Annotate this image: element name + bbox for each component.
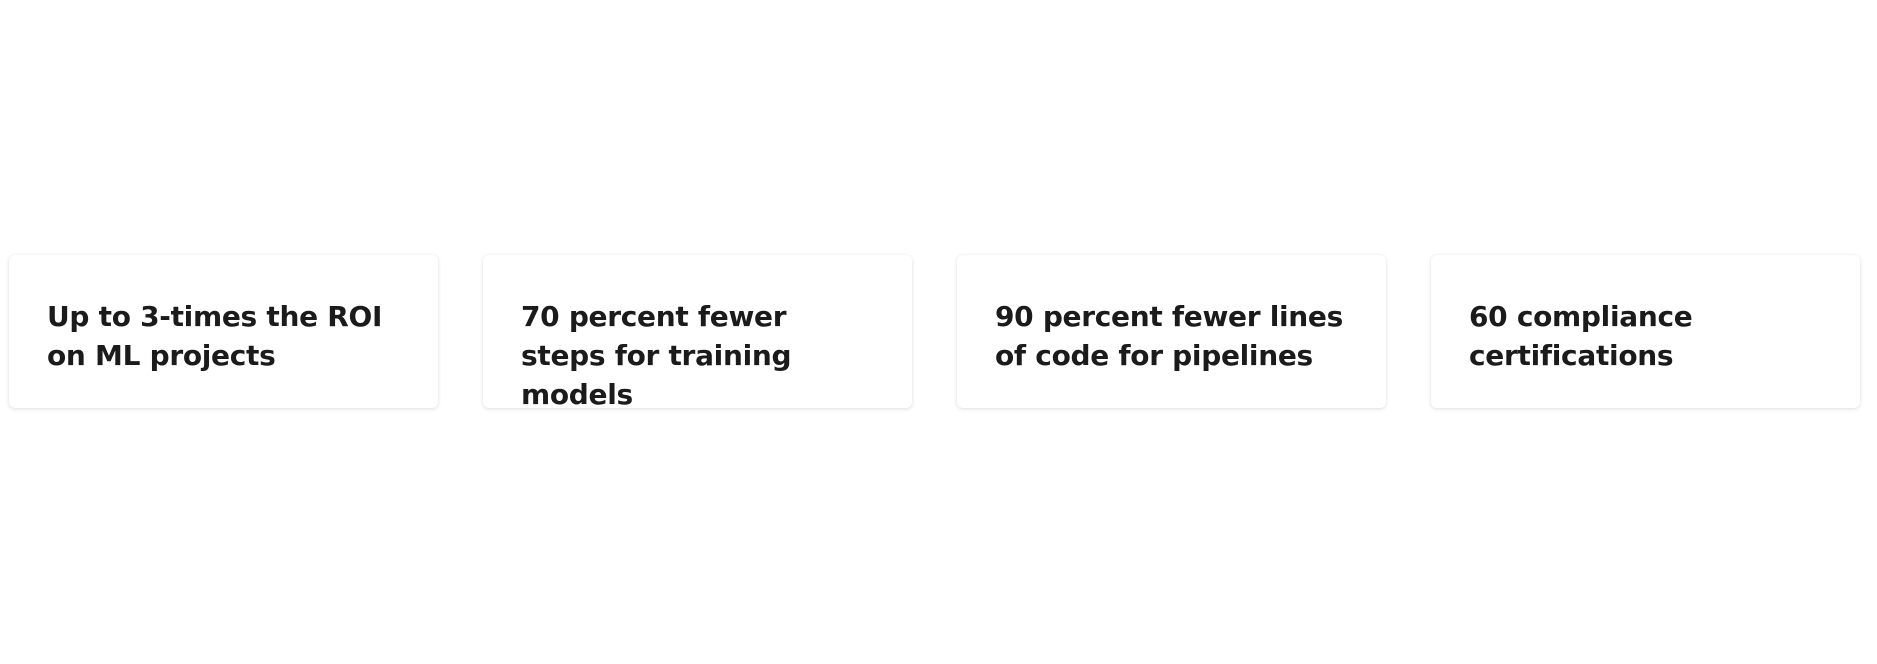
stat-text: 90 percent fewer lines of code for pipel…: [995, 300, 1343, 372]
stats-row: Up to 3-times the ROI on ML projects 70 …: [9, 255, 1864, 411]
stat-card-compliance: 60 compliance certifications: [1431, 255, 1860, 408]
stat-card-training-steps: 70 percent fewer steps for training mode…: [483, 255, 912, 411]
stat-card-pipeline-code: 90 percent fewer lines of code for pipel…: [957, 255, 1386, 408]
stat-text: Up to 3-times the ROI on ML projects: [47, 300, 383, 372]
stat-text: 70 percent fewer steps for training mode…: [521, 300, 792, 411]
stat-text: 60 compliance certifications: [1469, 300, 1693, 372]
stat-card-roi: Up to 3-times the ROI on ML projects: [9, 255, 438, 408]
